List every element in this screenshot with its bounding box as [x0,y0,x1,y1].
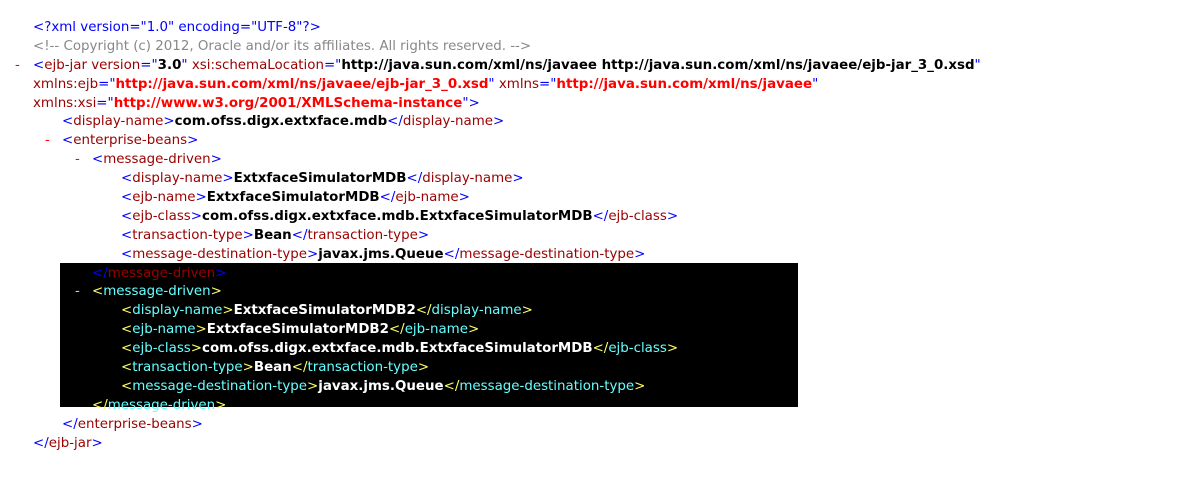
enterprise-beans-open-line: - <enterprise-beans> [0,132,1180,151]
copyright-comment: <!-- Copyright (c) 2012, Oracle and/or i… [33,38,532,54]
bean-2-ejb-class: <ejb-class>com.ofss.digx.extxface.mdb.Ex… [121,341,679,357]
bean-1-destination-type: <message-destination-type>javax.jms.Queu… [121,246,646,262]
bean-1-ejb-class-line: <ejb-class>com.ofss.digx.extxface.mdb.Ex… [0,208,1180,227]
root-close-tag: </ejb-jar> [33,435,103,451]
enterprise-beans-open-tag: <enterprise-beans> [62,133,199,149]
bean-2-display-name: <display-name>ExtxfaceSimulatorMDB2</dis… [121,303,533,319]
message-driven-2-open-line: - <message-driven> [0,283,1180,302]
bean-2-destination-type-line: <message-destination-type>javax.jms.Queu… [0,378,1180,397]
bean-2-ejb-name: <ejb-name>ExtxfaceSimulatorMDB2</ejb-nam… [121,322,480,338]
bean-1-transaction-type: <transaction-type>Bean</transaction-type… [121,227,430,243]
bean-2-display-name-line: <display-name>ExtxfaceSimulatorMDB2</dis… [0,302,1180,321]
collapse-toggle-enterprise-beans[interactable]: - [45,132,50,151]
message-driven-1-close-line: </message-driven> [0,265,1180,284]
enterprise-beans-close-tag: </enterprise-beans> [62,416,203,432]
bean-1-display-name-line: <display-name>ExtxfaceSimulatorMDB</disp… [0,170,1180,189]
root-xsi-attr: xmlns:xsi="http://www.w3.org/2001/XMLSch… [33,95,480,111]
collapse-toggle-message-driven-1[interactable]: - [75,151,80,170]
root-close-line: </ejb-jar> [0,435,1180,454]
bean-1-ejb-name: <ejb-name>ExtxfaceSimulatorMDB</ejb-name… [121,190,470,206]
message-driven-1-close-tag: </message-driven> [92,265,227,281]
root-attrs-line-3: xmlns:xsi="http://www.w3.org/2001/XMLSch… [0,95,1180,114]
message-driven-1-open-line: - <message-driven> [0,151,1180,170]
message-driven-2-open-tag: <message-driven> [92,284,222,300]
bean-2-ejb-name-line: <ejb-name>ExtxfaceSimulatorMDB2</ejb-nam… [0,321,1180,340]
message-driven-1-open-tag: <message-driven> [92,152,222,168]
comment-line: <!-- Copyright (c) 2012, Oracle and/or i… [0,38,1180,57]
bean-1-transaction-type-line: <transaction-type>Bean</transaction-type… [0,227,1180,246]
enterprise-beans-close-line: </enterprise-beans> [0,416,1180,435]
xml-tree-view: <?xml version="1.0" encoding="UTF-8"?> <… [0,19,1180,453]
bean-2-transaction-type: <transaction-type>Bean</transaction-type… [121,360,430,376]
root-open-tag: <ejb-jar version="3.0" xsi:schemaLocatio… [33,57,981,73]
xml-declaration: <?xml version="1.0" encoding="UTF-8"?> [33,20,321,35]
bean-1-ejb-name-line: <ejb-name>ExtxfaceSimulatorMDB</ejb-name… [0,189,1180,208]
root-namespace-attrs: xmlns:ejb="http://java.sun.com/xml/ns/ja… [33,76,819,92]
collapse-toggle-message-driven-2[interactable]: - [75,283,80,302]
bean-2-destination-type: <message-destination-type>javax.jms.Queu… [121,378,646,394]
root-open-line: - <ejb-jar version="3.0" xsi:schemaLocat… [0,57,1180,76]
bean-1-destination-type-line: <message-destination-type>javax.jms.Queu… [0,246,1180,265]
bean-2-transaction-type-line: <transaction-type>Bean</transaction-type… [0,359,1180,378]
message-driven-2-close-tag: </message-driven> [92,397,227,413]
root-attrs-line-2: xmlns:ejb="http://java.sun.com/xml/ns/ja… [0,76,1180,95]
message-driven-2-close-line: </message-driven> [0,397,1180,416]
xml-declaration-line: <?xml version="1.0" encoding="UTF-8"?> [0,19,1180,38]
collapse-toggle-ejb-jar[interactable]: - [15,57,20,76]
bean-1-ejb-class: <ejb-class>com.ofss.digx.extxface.mdb.Ex… [121,208,679,224]
bean-2-ejb-class-line: <ejb-class>com.ofss.digx.extxface.mdb.Ex… [0,340,1180,359]
bean-1-display-name: <display-name>ExtxfaceSimulatorMDB</disp… [121,171,524,187]
root-display-name-element: <display-name>com.ofss.digx.extxface.mdb… [62,114,505,130]
display-name-line: <display-name>com.ofss.digx.extxface.mdb… [0,113,1180,132]
